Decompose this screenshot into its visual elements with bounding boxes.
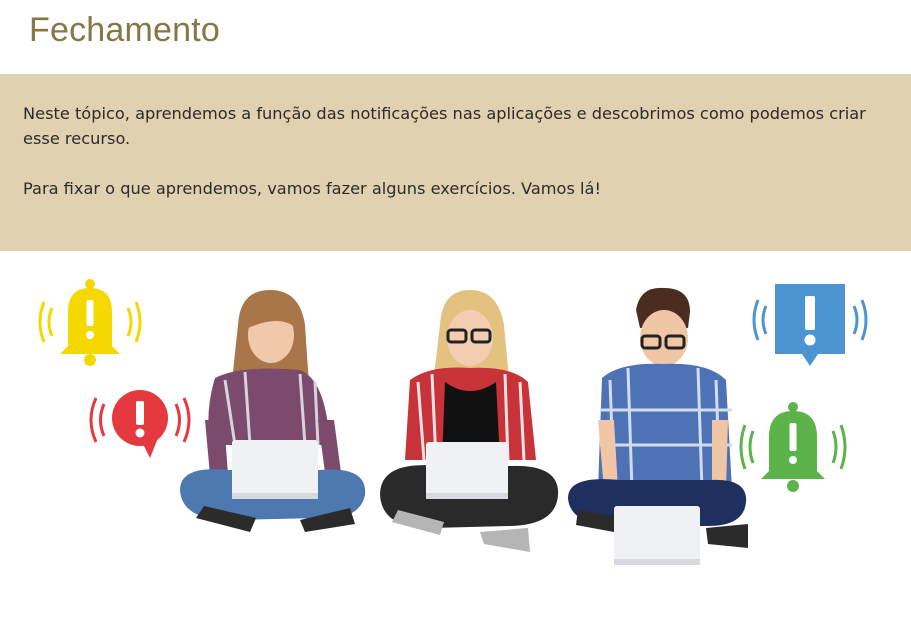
- page-title: Fechamento: [29, 11, 220, 49]
- summary-box: Neste tópico, aprendemos a função das no…: [0, 74, 911, 251]
- alert-bubble-icon: [89, 390, 191, 458]
- summary-paragraph: Neste tópico, aprendemos a função das no…: [23, 104, 866, 148]
- notification-illustration: [0, 270, 911, 570]
- alert-square-icon: [752, 284, 868, 366]
- person-middle: [380, 290, 559, 552]
- summary-paragraph: Para fixar o que aprendemos, vamos fazer…: [23, 179, 601, 198]
- bell-icon: [38, 279, 142, 366]
- bell-icon: [739, 402, 847, 492]
- person-right: [568, 287, 748, 565]
- person-left: [180, 290, 366, 532]
